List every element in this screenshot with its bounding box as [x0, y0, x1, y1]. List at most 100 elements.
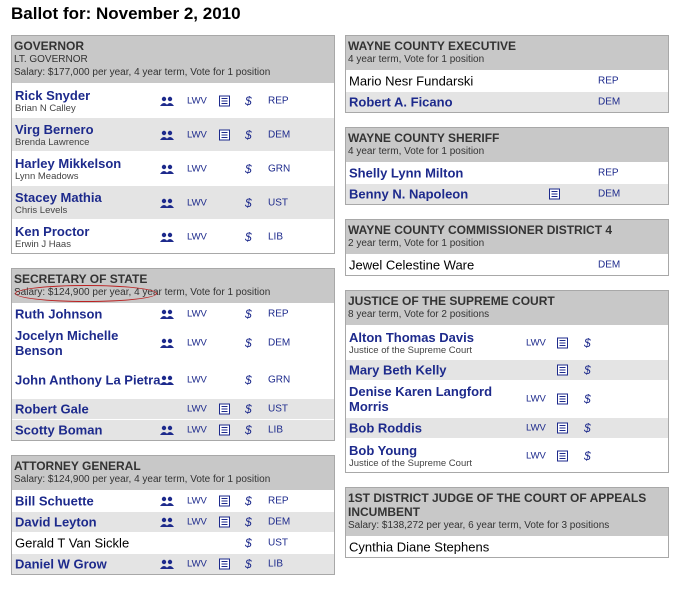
- candidate-name[interactable]: Harley Mikkelson: [15, 156, 165, 171]
- people-icon[interactable]: [160, 96, 174, 106]
- finance-link[interactable]: $: [245, 307, 252, 321]
- people-icon[interactable]: [160, 517, 174, 527]
- document-icon[interactable]: [557, 450, 568, 461]
- lwv-link[interactable]: LWV: [187, 375, 207, 386]
- lwv-link[interactable]: LWV: [526, 337, 546, 348]
- candidate-name[interactable]: Stacey Mathia: [15, 190, 165, 205]
- race-title: SECRETARY OF STATE: [14, 272, 148, 286]
- lwv-link[interactable]: LWV: [187, 163, 207, 174]
- lwv-link[interactable]: LWV: [187, 496, 207, 507]
- candidate-name[interactable]: Ruth Johnson: [15, 307, 165, 322]
- candidate-row: Ruth Johnson LWV $ REP: [12, 303, 334, 324]
- finance-link[interactable]: $: [584, 363, 591, 377]
- lwv-link[interactable]: LWV: [187, 559, 207, 570]
- people-icon[interactable]: [160, 496, 174, 506]
- race-county-executive: WAYNE COUNTY EXECUTIVE 4 year term, Vote…: [345, 35, 669, 113]
- document-icon[interactable]: [219, 495, 230, 507]
- document-icon[interactable]: [219, 558, 230, 570]
- document-icon[interactable]: [219, 516, 230, 528]
- finance-link[interactable]: $: [584, 392, 591, 406]
- finance-link[interactable]: $: [245, 94, 252, 108]
- lwv-link[interactable]: LWV: [187, 517, 207, 528]
- people-icon[interactable]: [160, 309, 174, 319]
- people-icon[interactable]: [160, 130, 174, 140]
- candidate-name[interactable]: Mary Beth Kelly: [349, 363, 519, 378]
- finance-link[interactable]: $: [245, 128, 252, 142]
- finance-link[interactable]: $: [245, 515, 252, 529]
- candidate-name[interactable]: Bob Roddis: [349, 421, 519, 436]
- candidate-name[interactable]: Rick Snyder: [15, 88, 165, 103]
- candidate-name[interactable]: Robert Gale: [15, 402, 165, 417]
- candidate-row: Harley Mikkelson Lynn Meadows LWV $ GRN: [12, 151, 334, 185]
- candidate-name[interactable]: John Anthony La Pietra: [15, 373, 165, 388]
- candidate-name[interactable]: Daniel W Grow: [15, 557, 165, 572]
- document-icon[interactable]: [219, 424, 230, 436]
- office-description: Justice of the Supreme Court: [349, 457, 473, 469]
- finance-link[interactable]: $: [584, 336, 591, 350]
- candidate-name[interactable]: Scotty Boman: [15, 423, 165, 438]
- people-icon[interactable]: [160, 375, 174, 385]
- race-info: 8 year term, Vote for 2 positions: [348, 309, 490, 320]
- finance-link[interactable]: $: [245, 336, 252, 350]
- candidate-name: Jewel Celestine Ware: [349, 257, 475, 273]
- finance-link[interactable]: $: [245, 196, 252, 210]
- candidate-row: Jewel Celestine Ware DEM: [346, 254, 668, 275]
- lwv-link[interactable]: LWV: [187, 338, 207, 349]
- document-icon[interactable]: [557, 422, 568, 434]
- finance-link[interactable]: $: [245, 402, 252, 416]
- candidate-row: Mary Beth Kelly $: [346, 359, 668, 380]
- lwv-link[interactable]: LWV: [526, 423, 546, 434]
- finance-link[interactable]: $: [245, 230, 252, 244]
- lwv-link[interactable]: LWV: [187, 425, 207, 436]
- candidate-row: Alton Thomas Davis Justice of the Supreme…: [346, 325, 668, 359]
- candidate-name[interactable]: Denise Karen Langford Morris: [349, 384, 519, 414]
- finance-link[interactable]: $: [245, 557, 252, 571]
- finance-link[interactable]: $: [245, 494, 252, 508]
- candidate-name[interactable]: Bob Young: [349, 443, 519, 458]
- candidate-name[interactable]: Ken Proctor: [15, 224, 165, 239]
- lwv-link[interactable]: LWV: [187, 309, 207, 320]
- lwv-link[interactable]: LWV: [526, 394, 546, 405]
- finance-link[interactable]: $: [584, 421, 591, 435]
- candidate-name[interactable]: Bill Schuette: [15, 494, 165, 509]
- document-icon[interactable]: [557, 337, 568, 348]
- candidate-name[interactable]: Alton Thomas Davis: [349, 330, 519, 345]
- people-icon[interactable]: [160, 232, 174, 242]
- lwv-link[interactable]: LWV: [526, 450, 546, 461]
- candidate-name[interactable]: Virg Bernero: [15, 122, 165, 137]
- candidate-name[interactable]: Shelly Lynn Milton: [349, 166, 519, 181]
- finance-link[interactable]: $: [245, 373, 252, 387]
- lwv-link[interactable]: LWV: [187, 231, 207, 242]
- candidate-name[interactable]: David Leyton: [15, 515, 165, 530]
- candidate-row: Benny N. Napoleon DEM: [346, 183, 668, 204]
- race-info: Salary: $124,900 per year, 4 year term, …: [14, 474, 271, 485]
- candidate-row: Bob Young Justice of the Supreme Court LW…: [346, 438, 668, 472]
- people-icon[interactable]: [160, 425, 174, 435]
- party-label: REP: [268, 308, 289, 320]
- document-icon[interactable]: [219, 95, 230, 106]
- document-icon[interactable]: [549, 188, 560, 200]
- finance-link[interactable]: $: [245, 423, 252, 437]
- document-icon[interactable]: [219, 403, 230, 415]
- lwv-link[interactable]: LWV: [187, 197, 207, 208]
- race-title-secondary: LT. GOVERNOR: [14, 54, 88, 65]
- candidate-name[interactable]: Robert A. Ficano: [349, 95, 519, 110]
- document-icon[interactable]: [219, 129, 230, 140]
- document-icon[interactable]: [557, 393, 568, 405]
- finance-link[interactable]: $: [245, 536, 252, 550]
- people-icon[interactable]: [160, 338, 174, 348]
- people-icon[interactable]: [160, 559, 174, 569]
- people-icon[interactable]: [160, 164, 174, 174]
- people-icon[interactable]: [160, 198, 174, 208]
- candidate-name[interactable]: Benny N. Napoleon: [349, 187, 519, 202]
- finance-link[interactable]: $: [245, 162, 252, 176]
- race-info: 2 year term, Vote for 1 position: [348, 238, 485, 249]
- candidate-row: Gerald T Van Sickle $ UST: [12, 532, 334, 553]
- document-icon[interactable]: [557, 364, 568, 376]
- candidate-name[interactable]: Jocelyn Michelle Benson: [15, 328, 165, 358]
- lwv-link[interactable]: LWV: [187, 404, 207, 415]
- finance-link[interactable]: $: [584, 449, 591, 463]
- lwv-link[interactable]: LWV: [187, 129, 207, 140]
- lwv-link[interactable]: LWV: [187, 95, 207, 106]
- candidate-row: Bill Schuette LWV $ REP: [12, 490, 334, 511]
